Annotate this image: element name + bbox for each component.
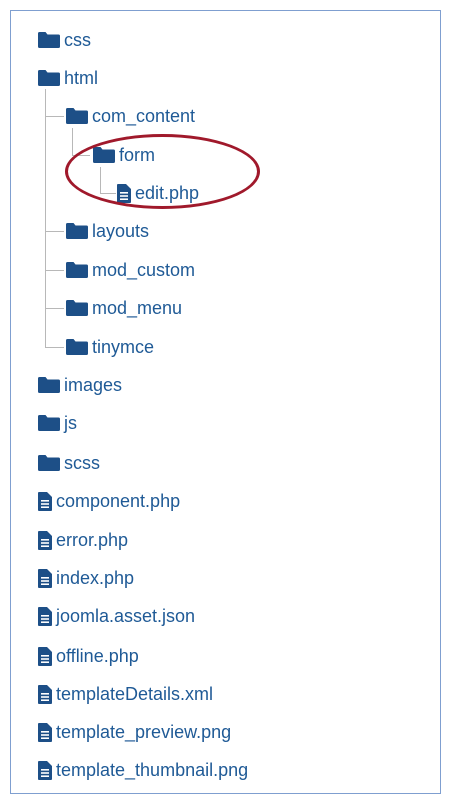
folder-icon: [66, 108, 88, 124]
tree-label: css: [64, 30, 91, 50]
tree-label: joomla.asset.json: [56, 606, 196, 626]
tree-label: layouts: [92, 221, 150, 241]
file-icon: [117, 183, 131, 203]
tree-label: offline.php: [56, 646, 139, 666]
tree-node-css[interactable]: css: [38, 27, 91, 53]
tree-node-scss[interactable]: scss: [38, 450, 100, 476]
tree-node-offline-php[interactable]: offline.php: [38, 643, 139, 669]
tree-label: error.php: [56, 530, 129, 550]
tree-node-templatedetails-xml[interactable]: templateDetails.xml: [38, 681, 213, 707]
tree-line-tinymce-branch: [45, 347, 64, 348]
tree-line-com-content-vertical: [72, 128, 73, 156]
tree-line-com-content-branch: [45, 116, 64, 117]
tree-line-mod-custom-branch: [45, 270, 64, 271]
folder-icon: [38, 32, 60, 48]
file-icon: [38, 722, 52, 742]
tree-label: html: [64, 68, 99, 88]
tree-label: template_preview.png: [56, 722, 232, 742]
tree-line-layouts-branch: [45, 231, 64, 232]
tree-node-com-content[interactable]: com_content: [66, 103, 195, 129]
tree-node-edit-php[interactable]: edit.php: [117, 180, 199, 206]
tree-label: edit.php: [135, 183, 200, 203]
folder-icon: [66, 300, 88, 316]
tree-label: template_thumbnail.png: [56, 760, 249, 780]
tree-label: component.php: [56, 491, 181, 511]
tree-label: form: [119, 145, 155, 165]
tree-label: js: [64, 413, 77, 433]
tree-node-js[interactable]: js: [38, 410, 77, 436]
tree-line-mod-menu-branch: [45, 308, 64, 309]
tree-label: mod_custom: [92, 260, 196, 280]
tree-label: images: [64, 375, 123, 395]
tree-label: index.php: [56, 568, 135, 588]
file-icon: [38, 606, 52, 626]
folder-icon: [66, 339, 88, 355]
tree-line-form-vertical: [100, 167, 101, 193]
folder-icon: [38, 415, 60, 431]
tree-label: com_content: [92, 106, 196, 126]
tree-label: templateDetails.xml: [56, 684, 214, 704]
folder-icon: [38, 377, 60, 393]
tree-label: mod_menu: [92, 298, 183, 318]
folder-icon: [66, 223, 88, 239]
tree-node-form[interactable]: form: [93, 142, 155, 168]
folder-icon: [93, 147, 115, 163]
file-icon: [38, 684, 52, 704]
file-icon: [38, 646, 52, 666]
file-icon: [38, 760, 52, 780]
tree-node-component-php[interactable]: component.php: [38, 488, 180, 514]
tree-node-html[interactable]: html: [38, 65, 98, 91]
tree-node-mod-custom[interactable]: mod_custom: [66, 257, 195, 283]
tree-node-error-php[interactable]: error.php: [38, 527, 128, 553]
tree-line-edit-branch: [100, 193, 116, 194]
tree-line-form-branch: [72, 155, 90, 156]
tree-node-tinymce[interactable]: tinymce: [66, 334, 154, 360]
tree-node-joomla-asset-json[interactable]: joomla.asset.json: [38, 603, 195, 629]
tree-node-mod-menu[interactable]: mod_menu: [66, 295, 182, 321]
tree-label: scss: [64, 453, 100, 473]
tree-node-template-preview-png[interactable]: template_preview.png: [38, 719, 231, 745]
file-icon: [38, 491, 52, 511]
tree-node-images[interactable]: images: [38, 372, 122, 398]
tree-node-template-thumbnail-png[interactable]: template_thumbnail.png: [38, 757, 248, 783]
tree-node-layouts[interactable]: layouts: [66, 218, 149, 244]
tree-label: tinymce: [92, 337, 155, 357]
tree-node-index-php[interactable]: index.php: [38, 565, 134, 591]
file-icon: [38, 530, 52, 550]
folder-icon: [38, 70, 60, 86]
file-icon: [38, 568, 52, 588]
folder-icon: [38, 455, 60, 471]
folder-icon: [66, 262, 88, 278]
